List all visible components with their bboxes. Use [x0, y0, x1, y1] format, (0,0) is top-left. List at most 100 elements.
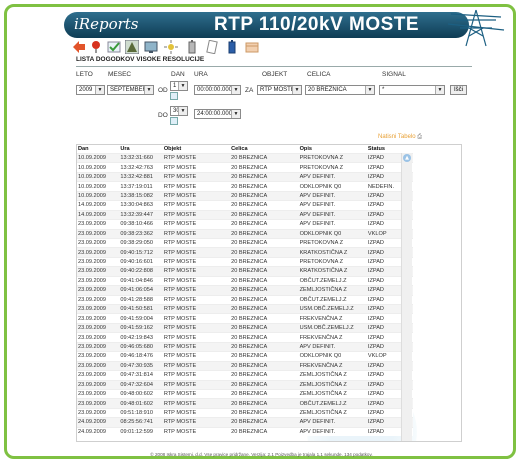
cell-celica: 20 BREZNICA — [230, 388, 299, 399]
battery-icon[interactable] — [185, 40, 199, 54]
grid-icon[interactable] — [125, 40, 139, 54]
cell-dan: 23.09.2009 — [77, 228, 120, 239]
col-objekt[interactable]: Objekt — [163, 145, 230, 154]
col-ura[interactable]: Ura — [119, 145, 163, 154]
table-row[interactable]: 23.09.2009 09:51:18:910 RTP MOSTE 20 BREZNI… — [77, 407, 413, 418]
cell-objekt: RTP MOSTE — [162, 256, 231, 267]
col-dan[interactable]: Dan — [77, 145, 119, 154]
table-row[interactable]: 23.09.2009 09:41:59:162 RTP MOSTE 20 BREZNI… — [77, 322, 413, 333]
table-scrollbar[interactable]: ▲ — [401, 153, 412, 441]
light-icon[interactable] — [164, 40, 178, 54]
cell-objekt: RTP MOSTE — [162, 360, 231, 371]
table-row[interactable]: 23.09.2009 09:48:00:602 RTP MOSTE 20 BREZNI… — [77, 388, 413, 399]
table-row[interactable]: 23.09.2009 09:40:15:712 RTP MOSTE 20 BREZNI… — [77, 247, 413, 258]
cell-dan: 14.09.2009 — [77, 200, 120, 211]
calendar-do-icon[interactable] — [170, 117, 178, 125]
table-row[interactable]: 23.09.2009 09:41:50:581 RTP MOSTE 20 BREZNI… — [77, 303, 413, 314]
celica-select[interactable]: 20 BREZNICA ▼ — [305, 85, 375, 95]
table-row[interactable]: 23.09.2009 09:47:30:935 RTP MOSTE 20 BREZNI… — [77, 360, 413, 371]
cell-opis: APV DEFINIT. — [298, 417, 367, 428]
cell-celica: 20 BREZNICA — [230, 162, 299, 173]
cell-objekt: RTP MOSTE — [162, 171, 231, 182]
cell-ura: 09:40:22:808 — [119, 266, 163, 277]
ura-do-select[interactable]: 24:00:00.000 ▼ — [194, 109, 241, 119]
table-row[interactable]: 24.09.2009 08:25:56:741 RTP MOSTE 20 BREZNI… — [77, 417, 413, 428]
cell-ura: 13:32:39:447 — [119, 209, 163, 220]
cell-ura: 13:32:42:763 — [119, 162, 163, 173]
cell-dan: 23.09.2009 — [77, 379, 120, 390]
battery-blue-icon[interactable] — [225, 40, 239, 54]
cell-opis: ODKLOPNIK Q0 — [298, 181, 367, 192]
table-row[interactable]: 10.09.2009 13:38:15:082 RTP MOSTE 20 BREZNI… — [77, 190, 413, 201]
table-row[interactable]: 23.09.2009 09:41:59:004 RTP MOSTE 20 BREZNI… — [77, 313, 413, 324]
objekt-select[interactable]: RTP MOSTE ▼ — [257, 85, 302, 95]
table-row[interactable]: 23.09.2009 09:40:22:808 RTP MOSTE 20 BREZNI… — [77, 266, 413, 277]
table-row[interactable]: 23.09.2009 09:40:16:601 RTP MOSTE 20 BREZNI… — [77, 256, 413, 267]
cell-ura: 09:47:32:604 — [119, 379, 163, 390]
table-row[interactable]: 23.09.2009 09:47:31:814 RTP MOSTE 20 BREZNI… — [77, 370, 413, 380]
cell-objekt: RTP MOSTE — [162, 275, 231, 286]
cell-dan: 23.09.2009 — [77, 313, 120, 324]
cell-dan: 23.09.2009 — [77, 351, 120, 362]
col-opis[interactable]: Opis — [299, 145, 367, 154]
table-row[interactable]: 23.09.2009 09:47:32:604 RTP MOSTE 20 BREZNI… — [77, 379, 413, 390]
table-row[interactable]: 10.09.2009 13:32:42:881 RTP MOSTE 20 BREZNI… — [77, 171, 413, 182]
mesec-select[interactable]: SEPTEMBER ▼ — [107, 85, 154, 95]
ura-label: URA — [194, 71, 208, 78]
table-row[interactable]: 23.09.2009 09:48:01:602 RTP MOSTE 20 BREZNI… — [77, 398, 413, 409]
search-button[interactable]: Išči — [450, 85, 467, 95]
cell-celica: 20 BREZNICA — [230, 228, 299, 239]
cell-dan: 23.09.2009 — [77, 360, 120, 371]
cell-dan: 23.09.2009 — [77, 285, 120, 296]
cell-opis: ODKLOPNIK Q0 — [298, 351, 367, 362]
dan-do-select[interactable]: 30 ▼ — [170, 106, 188, 116]
table-row[interactable]: 23.09.2009 09:38:23:362 RTP MOSTE 20 BREZNI… — [77, 228, 413, 239]
box-icon[interactable] — [245, 40, 259, 54]
leto-label: LETO — [76, 71, 93, 78]
table-row[interactable]: 23.09.2009 09:46:05:680 RTP MOSTE 20 BREZNI… — [77, 341, 413, 352]
table-row[interactable]: 10.09.2009 13:32:42:763 RTP MOSTE 20 BREZNI… — [77, 162, 413, 173]
cell-opis: OBČUT.ZEMELJ.Z — [298, 275, 367, 286]
table-row[interactable]: 23.09.2009 09:41:28:588 RTP MOSTE 20 BREZNI… — [77, 294, 413, 305]
scroll-up-icon[interactable]: ▲ — [403, 154, 411, 162]
cell-celica: 20 BREZNICA — [230, 294, 299, 305]
cell-dan: 23.09.2009 — [77, 275, 120, 286]
cell-celica: 20 BREZNICA — [230, 285, 299, 296]
document-icon[interactable] — [205, 40, 219, 54]
cell-celica: 20 BREZNICA — [230, 398, 299, 409]
cell-ura: 09:47:30:935 — [119, 360, 163, 371]
ura-od-select[interactable]: 00:00:00.000 ▼ — [194, 85, 241, 95]
display-icon[interactable] — [144, 40, 158, 54]
table-row[interactable]: 23.09.2009 09:46:18:476 RTP MOSTE 20 BREZNI… — [77, 351, 413, 362]
calendar-od-icon[interactable] — [170, 92, 178, 100]
table-row[interactable]: 23.09.2009 09:41:06:054 RTP MOSTE 20 BREZNI… — [77, 285, 413, 296]
power-tower-icon — [447, 9, 505, 47]
cell-ura: 09:46:05:680 — [119, 341, 163, 352]
table-row[interactable]: 23.09.2009 09:38:10:466 RTP MOSTE 20 BREZNI… — [77, 219, 413, 229]
cell-dan: 10.09.2009 — [77, 162, 120, 173]
celica-label: CELICA — [307, 71, 331, 78]
back-arrow-icon[interactable] — [72, 40, 86, 54]
table-row[interactable]: 23.09.2009 09:41:04:846 RTP MOSTE 20 BREZNI… — [77, 275, 413, 286]
print-table-link[interactable]: Natisni Tabelo ⎙ — [378, 134, 422, 141]
table-row[interactable]: 24.09.2009 09:01:12:599 RTP MOSTE 20 BREZNI… — [77, 426, 413, 437]
cell-ura: 09:40:15:712 — [119, 247, 163, 258]
cell-objekt: RTP MOSTE — [162, 200, 231, 211]
dan-od-select[interactable]: 1 ▼ — [170, 81, 188, 91]
pin-icon[interactable] — [89, 40, 103, 54]
leto-select[interactable]: 2009 ▼ — [76, 85, 105, 95]
cell-dan: 23.09.2009 — [77, 370, 120, 380]
cell-celica: 20 BREZNICA — [230, 417, 299, 428]
cell-ura: 09:41:04:846 — [119, 275, 163, 286]
table-row[interactable]: 10.09.2009 13:32:31:660 RTP MOSTE 20 BREZNI… — [77, 152, 413, 163]
cell-celica: 20 BREZNICA — [230, 200, 299, 211]
table-row[interactable]: 14.09.2009 13:30:04:863 RTP MOSTE 20 BREZNI… — [77, 200, 413, 211]
table-row[interactable]: 14.09.2009 13:32:39:447 RTP MOSTE 20 BREZNI… — [77, 209, 413, 220]
signal-select[interactable]: * ▼ — [379, 85, 445, 95]
cell-opis: FREKVENČNA Z — [298, 360, 367, 371]
col-celica[interactable]: Celica — [230, 145, 298, 154]
check-icon[interactable] — [107, 40, 121, 54]
table-row[interactable]: 23.09.2009 09:38:29:050 RTP MOSTE 20 BREZNI… — [77, 237, 413, 248]
table-row[interactable]: 10.09.2009 13:37:19:011 RTP MOSTE 20 BREZNI… — [77, 181, 413, 192]
table-row[interactable]: 23.09.2009 09:42:19:843 RTP MOSTE 20 BREZNI… — [77, 332, 413, 343]
